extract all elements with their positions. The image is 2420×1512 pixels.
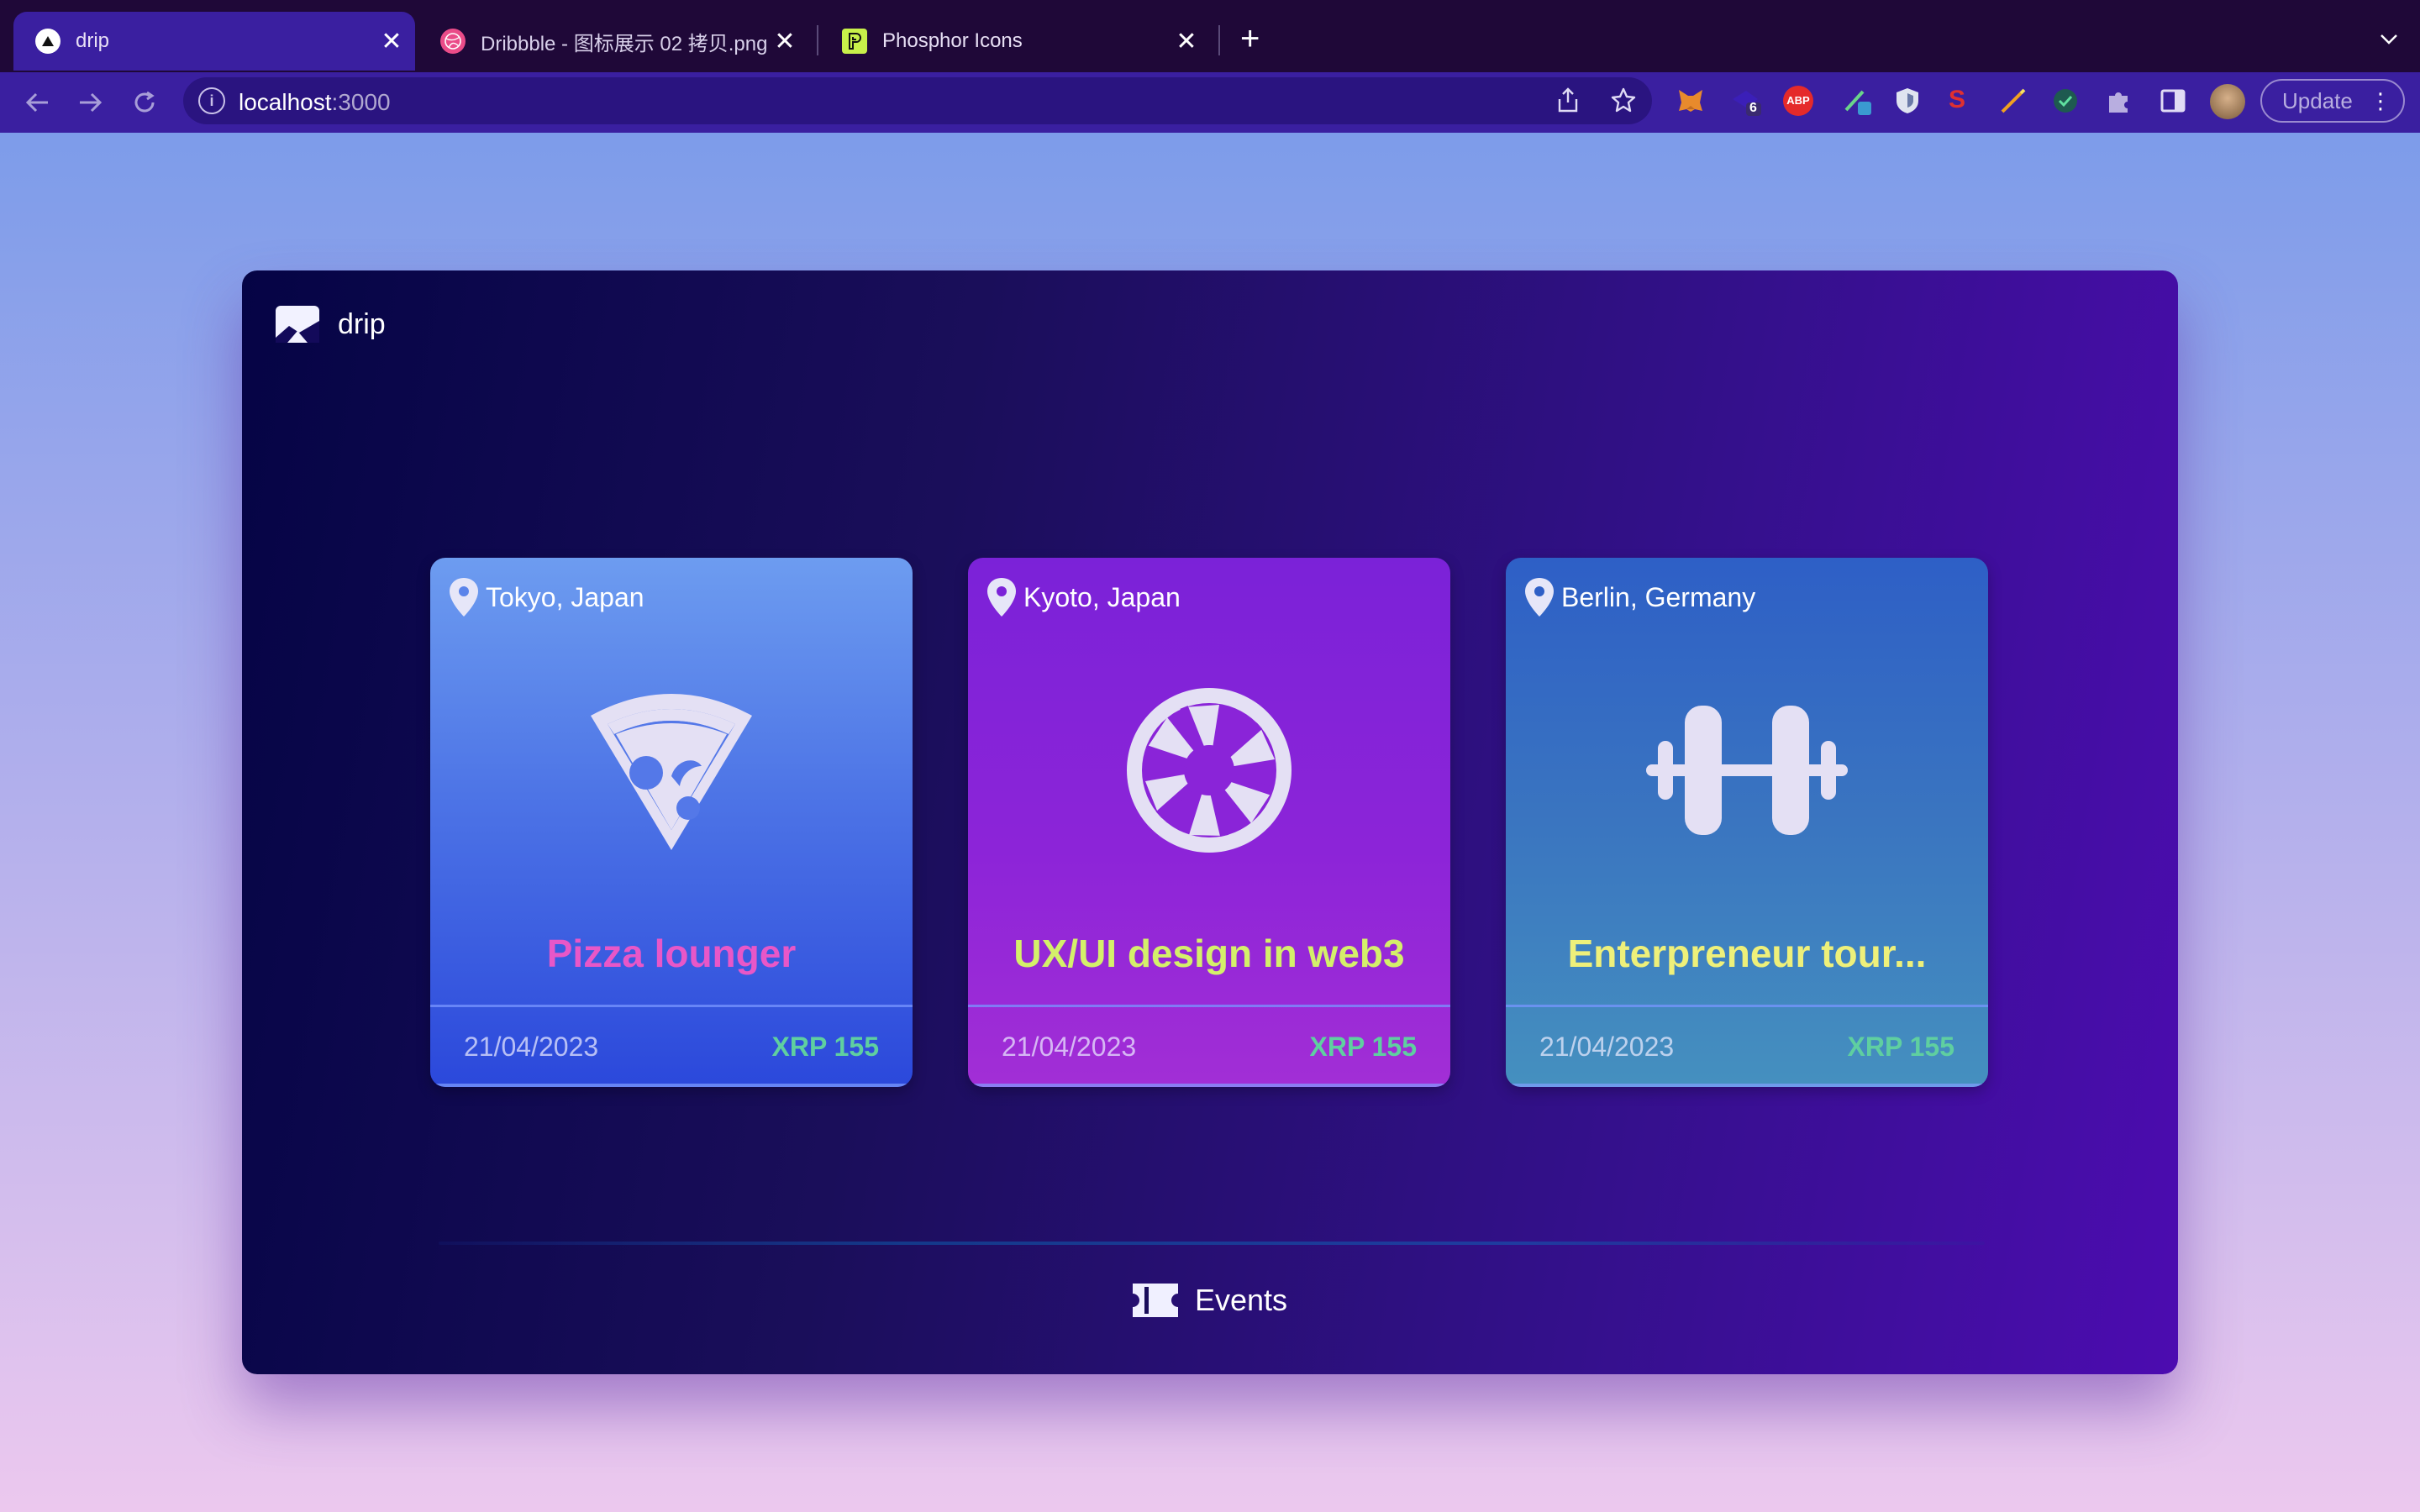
ticket-icon [1133,1284,1178,1317]
chevron-down-icon[interactable] [2380,25,2398,51]
share-icon[interactable] [1555,87,1581,114]
nav-divider [439,1242,1985,1245]
event-card[interactable]: Berlin, Germany Enterpreneur tour... 21/… [1506,558,1988,1087]
phosphor-favicon-icon [842,29,867,54]
menu-dots-icon[interactable]: ⋮ [2370,81,2391,121]
location-text: Berlin, Germany [1561,581,1756,612]
card-bottom-edge [430,1084,913,1087]
update-button[interactable]: Update ⋮ [2260,79,2405,123]
event-location: Berlin, Germany [1521,575,1755,620]
events-nav-button[interactable]: Events [1131,1282,1287,1319]
location-text: Tokyo, Japan [486,581,644,612]
event-price: XRP 155 [1847,1032,1955,1062]
event-price: XRP 155 [771,1032,880,1062]
tab-title: drip [76,29,110,52]
dribbble-favicon-icon [440,29,466,54]
new-tab-button[interactable]: + [1240,22,1260,55]
card-divider [1506,1005,1988,1007]
pizza-icon [587,682,755,858]
event-location: Kyoto, Japan [983,575,1181,620]
location-text: Kyoto, Japan [1023,581,1181,612]
drip-favicon-icon [35,29,60,54]
event-date: 21/04/2023 [464,1032,599,1062]
card-footer: 21/04/2023 XRP 155 [1506,1008,1988,1084]
extensions-puzzle-icon[interactable] [2102,84,2136,118]
reload-icon[interactable] [126,84,163,121]
profile-avatar[interactable] [2210,84,2245,119]
brush-extension-icon[interactable] [1840,84,1874,118]
site-info-icon[interactable]: i [198,87,225,114]
metamask-extension-icon[interactable] [1674,84,1707,118]
map-pin-icon [987,578,1016,617]
drip-app-window: drip Tokyo, Japan Pizza lounger 21/04/20… [242,270,2178,1374]
close-icon[interactable]: ✕ [1170,27,1203,56]
browser-tab-bar: drip ✕ Dribbble - 图标展示 02 拷贝.png ✕ Phosp… [0,0,2420,72]
url-port: :3000 [331,89,391,115]
event-date: 21/04/2023 [1002,1032,1137,1062]
bookmark-star-icon[interactable] [1610,87,1637,114]
event-location: Tokyo, Japan [445,575,644,620]
side-panel-icon[interactable] [2156,84,2190,118]
extension-badge-icon[interactable]: 6 [1729,84,1763,118]
event-card[interactable]: Kyoto, Japan UX/UI design in web3 21/04/… [968,558,1450,1087]
abp-label: ABP [1783,86,1813,116]
extension-badge-count: 6 [1749,101,1757,115]
brand[interactable]: drip [274,304,386,344]
seo-extension-icon[interactable]: S [1943,84,1976,118]
tab-title: Phosphor Icons [882,29,1023,52]
event-name: UX/UI design in web3 [1013,932,1405,975]
event-name: Enterpreneur tour... [1567,932,1927,975]
tab-dribbble[interactable]: Dribbble - 图标展示 02 拷贝.png ✕ [418,12,808,71]
aperture-icon [1125,682,1293,858]
card-divider [430,1005,913,1007]
tab-title: Dribbble - 图标展示 02 拷贝.png [481,32,768,55]
map-pin-icon [450,578,478,617]
tab-separator [817,25,818,55]
card-bottom-edge [1506,1084,1988,1087]
address-url: localhost:3000 [239,89,391,116]
back-icon[interactable] [18,84,55,121]
svg-text:S: S [1949,86,1965,113]
url-host: localhost [239,89,332,115]
barbell-icon [1646,682,1848,858]
event-card[interactable]: Tokyo, Japan Pizza lounger 21/04/2023 XR… [430,558,913,1087]
close-icon[interactable]: ✕ [375,27,408,56]
page-viewport: drip Tokyo, Japan Pizza lounger 21/04/20… [0,133,2420,1512]
map-pin-icon [1525,578,1554,617]
drip-logo-icon [276,306,319,343]
update-label: Update [2282,88,2353,113]
close-icon[interactable]: ✕ [768,27,802,56]
event-date: 21/04/2023 [1539,1032,1675,1062]
check-extension-icon[interactable] [2049,84,2082,118]
event-name: Pizza lounger [546,932,797,975]
magic-wand-icon[interactable] [1996,84,2030,118]
tab-drip[interactable]: drip ✕ [13,12,415,71]
events-label: Events [1195,1283,1288,1317]
card-footer: 21/04/2023 XRP 155 [968,1008,1450,1084]
tab-separator [1218,25,1220,55]
shield-icon[interactable] [1891,84,1924,118]
event-price: XRP 155 [1309,1032,1418,1062]
adblock-plus-icon[interactable]: ABP [1781,84,1815,118]
brand-name: drip [338,307,386,340]
forward-icon[interactable] [72,84,109,121]
tab-phosphor[interactable]: Phosphor Icons ✕ [820,12,1210,71]
card-footer: 21/04/2023 XRP 155 [430,1008,913,1084]
card-bottom-edge [968,1084,1450,1087]
address-bar[interactable]: i localhost:3000 [183,77,1652,124]
card-divider [968,1005,1450,1007]
